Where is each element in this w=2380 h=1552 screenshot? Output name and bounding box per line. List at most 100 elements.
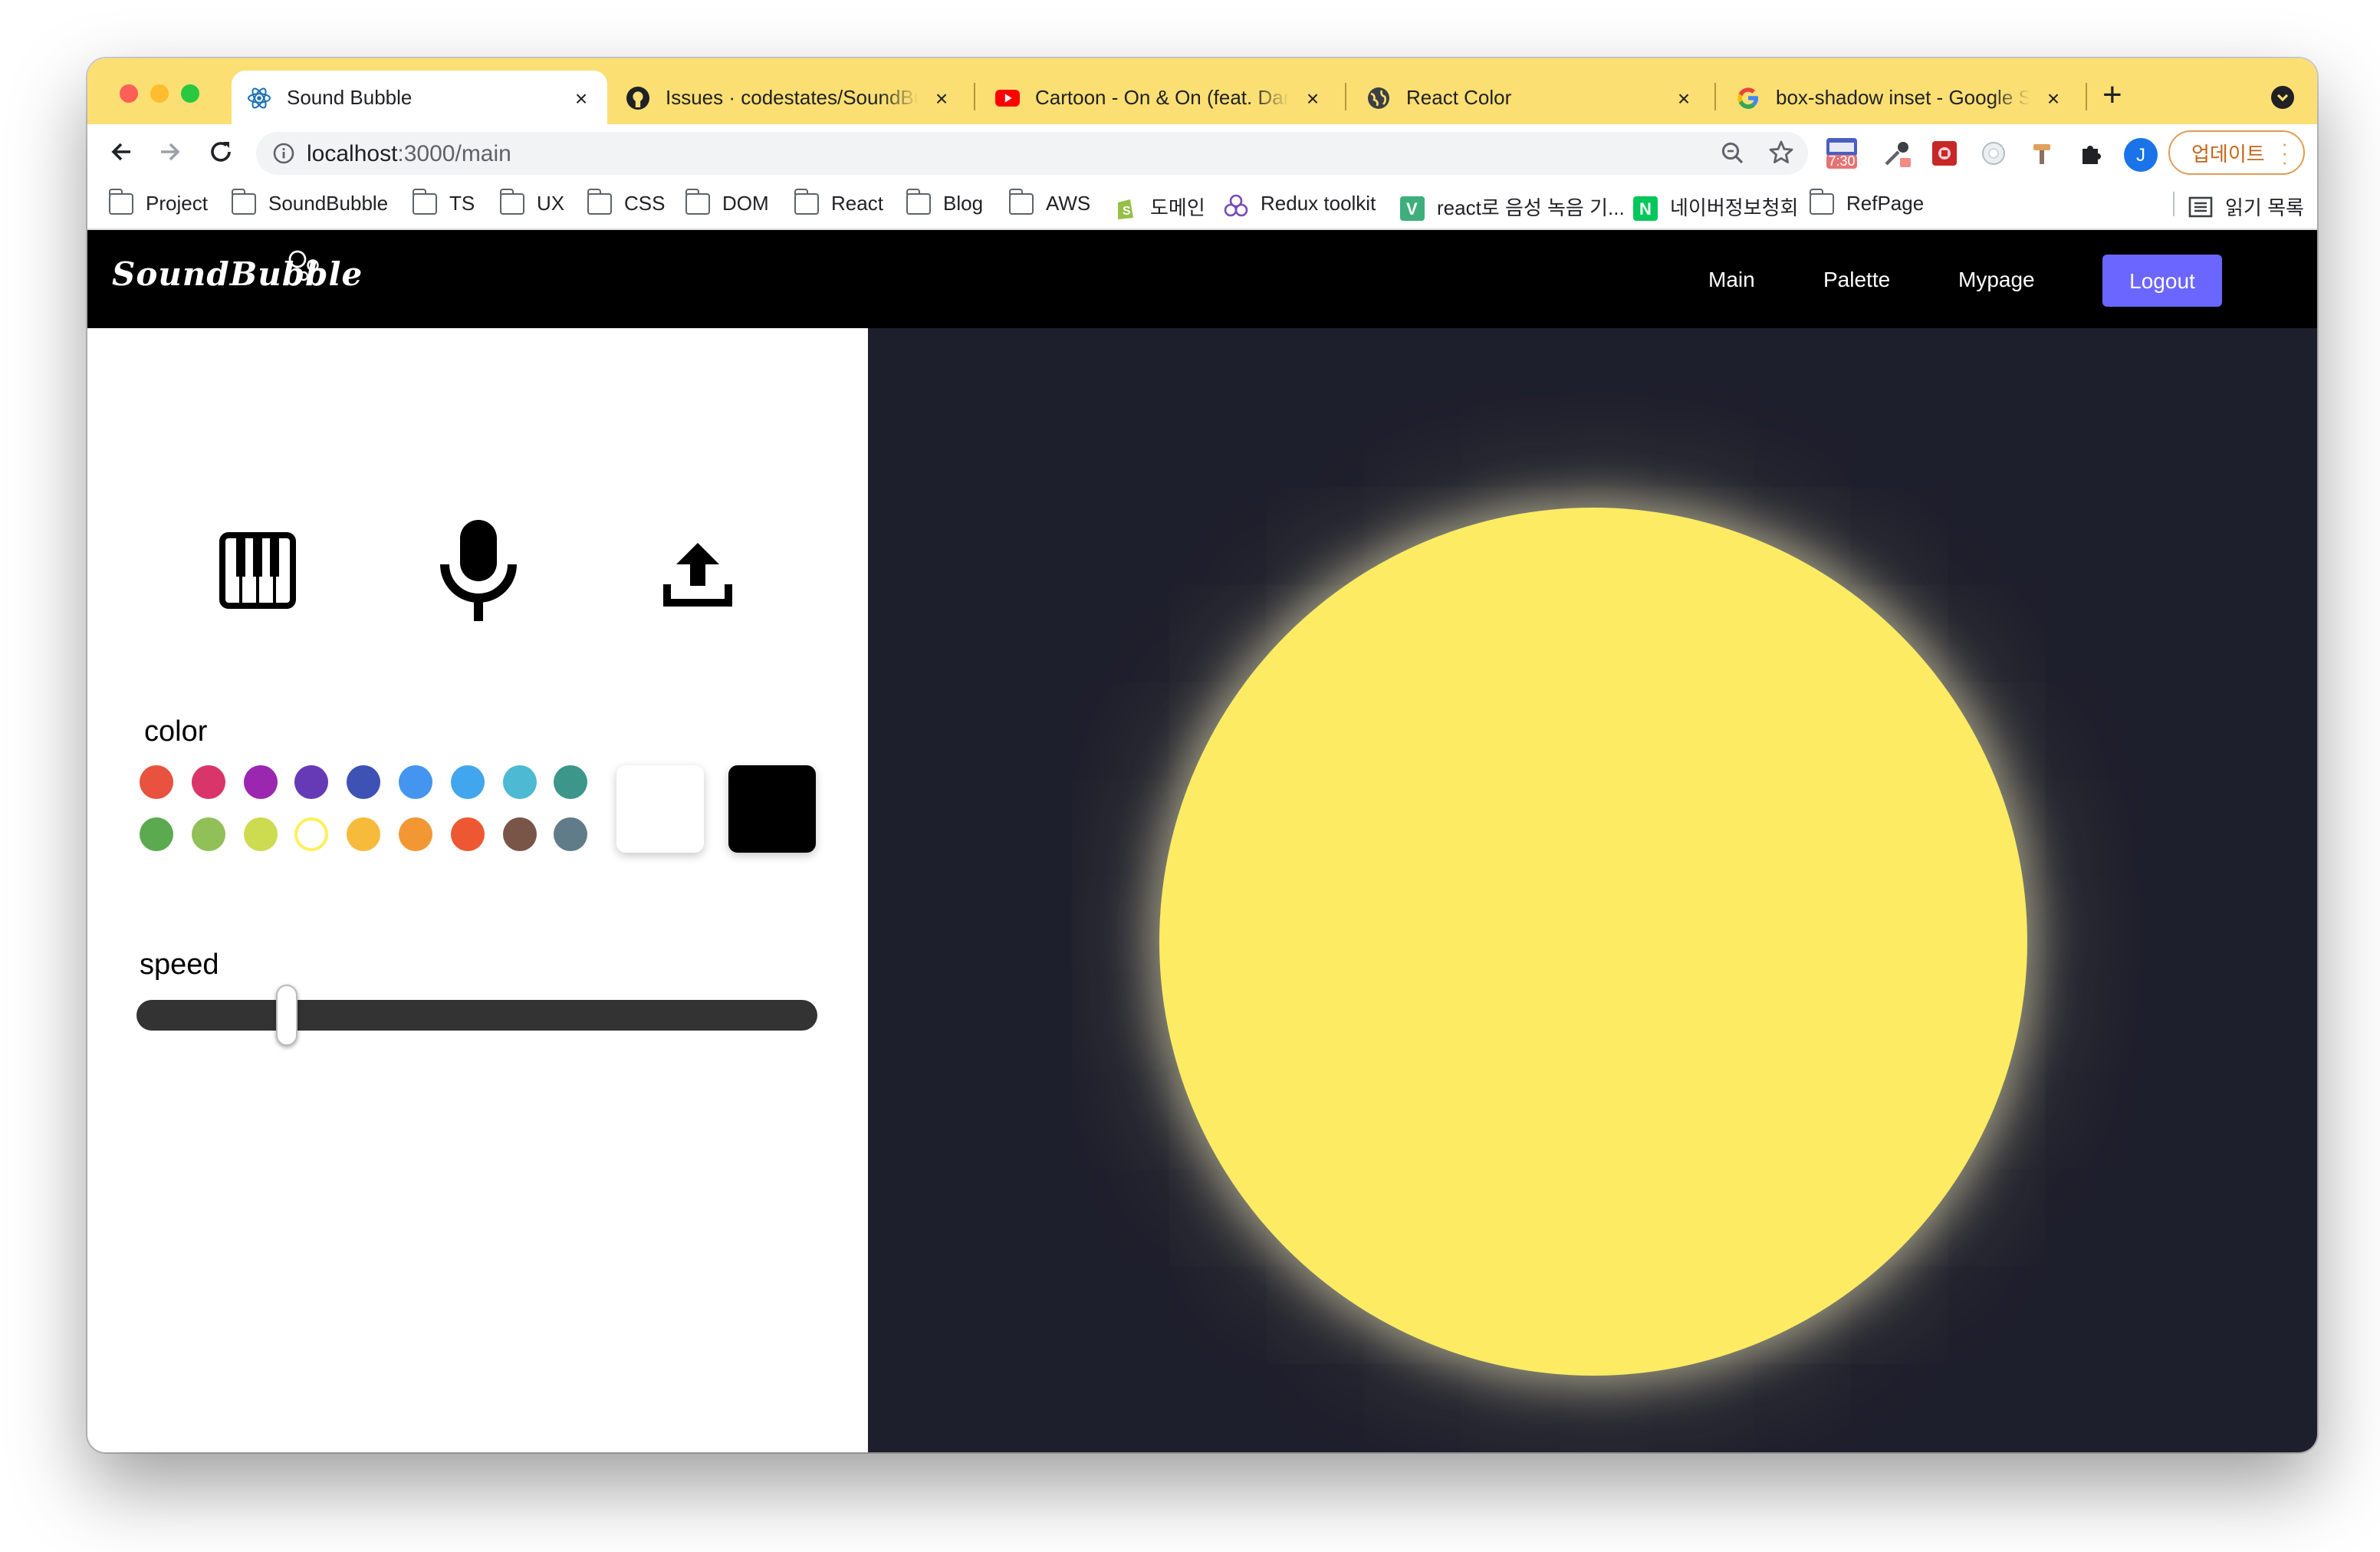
- arrow-left-icon: [111, 143, 130, 161]
- bookmark-redux-toolkit[interactable]: Redux toolkit: [1224, 192, 1376, 216]
- bookmark-blog[interactable]: Blog: [906, 188, 983, 215]
- bookmark-react-recording[interactable]: Vreact로 음성 녹음 기...: [1400, 192, 1625, 221]
- puzzle-extensions-icon[interactable]: [2076, 138, 2107, 169]
- minimize-window-button[interactable]: [150, 84, 169, 103]
- tab-title: Issues · codestates/SoundBubble: [666, 86, 919, 109]
- bookmark-star-icon[interactable]: [1768, 140, 1794, 166]
- google-icon: [1736, 85, 1760, 110]
- update-button[interactable]: 업데이트 · · ·: [2168, 130, 2305, 175]
- circle-extension-icon[interactable]: [1978, 138, 2009, 169]
- youtube-icon: [995, 85, 1020, 110]
- reload-icon: [211, 142, 231, 162]
- tab-search-icon[interactable]: [2271, 86, 2294, 109]
- bookmark-ts[interactable]: TS: [412, 188, 475, 215]
- bookmark-react[interactable]: React: [794, 188, 883, 215]
- bookmark-label: React: [831, 192, 883, 215]
- tab-issues[interactable]: Issues · codestates/SoundBubble ×: [610, 71, 968, 124]
- sound-bubble: [1159, 508, 2027, 1376]
- bookmark-dom[interactable]: DOM: [685, 188, 769, 215]
- color-swatch[interactable]: [502, 765, 537, 799]
- info-icon[interactable]: [273, 143, 294, 164]
- color-swatch[interactable]: [450, 765, 485, 799]
- color-swatch[interactable]: [347, 765, 381, 799]
- folder-icon: [587, 188, 612, 214]
- color-swatch[interactable]: [140, 817, 173, 851]
- tab-google-search[interactable]: box-shadow inset - Google Search ×: [1721, 71, 2079, 124]
- black-swatch[interactable]: [728, 765, 816, 853]
- close-window-button[interactable]: [120, 84, 138, 103]
- speed-slider-thumb[interactable]: [275, 985, 298, 1046]
- piano-mode-button[interactable]: [219, 532, 296, 617]
- bookmark-label: SoundBubble: [268, 192, 389, 215]
- naver-icon: N: [1633, 196, 1658, 220]
- color-swatch[interactable]: [347, 817, 381, 851]
- microphone-mode-button[interactable]: [439, 518, 518, 630]
- bookmarks-separator: [2173, 192, 2175, 216]
- reading-list[interactable]: 읽기 목록: [2188, 192, 2304, 221]
- upload-icon: [663, 543, 732, 607]
- bookmark-aws[interactable]: AWS: [1008, 188, 1090, 215]
- browser-toolbar: localhost:3000/main 7:30 J 업데이트 · · ·: [87, 124, 2317, 179]
- color-swatch[interactable]: [399, 765, 432, 799]
- color-swatch[interactable]: [554, 817, 588, 851]
- bookmark-naver[interactable]: N 네이버정보청회: [1633, 192, 1798, 221]
- zoom-icon[interactable]: [1721, 141, 1745, 166]
- tab-separator: [1714, 83, 1716, 110]
- upload-mode-button[interactable]: [662, 538, 733, 617]
- red-extension-icon[interactable]: [1929, 138, 1960, 169]
- color-swatch[interactable]: [294, 765, 329, 799]
- forward-button[interactable]: [153, 135, 187, 169]
- tab-separator: [974, 83, 975, 110]
- reading-list-icon: [2188, 196, 2213, 217]
- close-tab-icon[interactable]: ×: [1302, 85, 1323, 110]
- nav-mypage[interactable]: Mypage: [1958, 267, 2035, 291]
- logout-button[interactable]: Logout: [2102, 255, 2222, 307]
- color-swatch[interactable]: [140, 765, 173, 799]
- back-button[interactable]: [104, 135, 138, 169]
- white-swatch[interactable]: [616, 765, 704, 853]
- color-label: color: [144, 716, 208, 748]
- app-logo[interactable]: SoundBubble: [112, 255, 363, 293]
- address-bar[interactable]: localhost:3000/main: [256, 132, 1808, 175]
- color-swatch[interactable]: [191, 817, 225, 851]
- bookmark-label: react로 음성 녹음 기...: [1437, 196, 1625, 219]
- arrow-right-icon: [161, 143, 180, 161]
- tab-strip: Sound Bubble × Issues · codestates/Sound…: [87, 58, 2317, 124]
- hammer-extension-icon[interactable]: [2027, 138, 2058, 169]
- color-swatch[interactable]: [554, 765, 588, 799]
- bookmark-domain[interactable]: S 도메인: [1113, 192, 1205, 221]
- zoom-window-button[interactable]: [181, 84, 199, 103]
- tab-sound-bubble[interactable]: Sound Bubble ×: [232, 71, 607, 124]
- color-swatch[interactable]: [502, 817, 537, 851]
- new-tab-button[interactable]: +: [2102, 77, 2122, 112]
- more-menu-icon[interactable]: · · ·: [2281, 133, 2288, 172]
- folder-icon: [1008, 188, 1034, 214]
- bookmark-refpage[interactable]: RefPage: [1809, 188, 1924, 215]
- reload-button[interactable]: [204, 135, 238, 169]
- color-swatch[interactable]: [191, 765, 225, 799]
- color-swatch[interactable]: [399, 817, 432, 851]
- tab-react-color[interactable]: React Color ×: [1351, 71, 1710, 124]
- calendar-extension-icon[interactable]: 7:30: [1825, 133, 1859, 170]
- speed-slider-track[interactable]: [136, 1000, 817, 1031]
- close-tab-icon[interactable]: ×: [2043, 85, 2064, 110]
- bookmark-css[interactable]: CSS: [587, 188, 665, 215]
- nav-palette[interactable]: Palette: [1823, 267, 1890, 291]
- profile-avatar[interactable]: J: [2124, 138, 2158, 172]
- color-swatch[interactable]: [243, 817, 278, 851]
- nav-main[interactable]: Main: [1708, 267, 1755, 291]
- folder-icon: [412, 188, 437, 214]
- color-swatch[interactable]: [243, 765, 278, 799]
- bookmark-soundbubble[interactable]: SoundBubble: [231, 188, 389, 215]
- close-tab-icon[interactable]: ×: [931, 85, 952, 110]
- eyedropper-extension-icon[interactable]: [1882, 138, 1912, 169]
- color-swatch[interactable]: [294, 817, 329, 851]
- color-swatch[interactable]: [450, 817, 485, 851]
- close-tab-icon[interactable]: ×: [570, 85, 592, 110]
- tab-cartoon[interactable]: Cartoon - On & On (feat. Daniel Levi) ×: [980, 71, 1339, 124]
- folder-icon: [499, 188, 524, 214]
- bookmark-ux[interactable]: UX: [499, 188, 564, 215]
- tab-title: Sound Bubble: [287, 86, 413, 109]
- close-tab-icon[interactable]: ×: [1673, 85, 1695, 110]
- bookmark-project[interactable]: Project: [108, 188, 208, 215]
